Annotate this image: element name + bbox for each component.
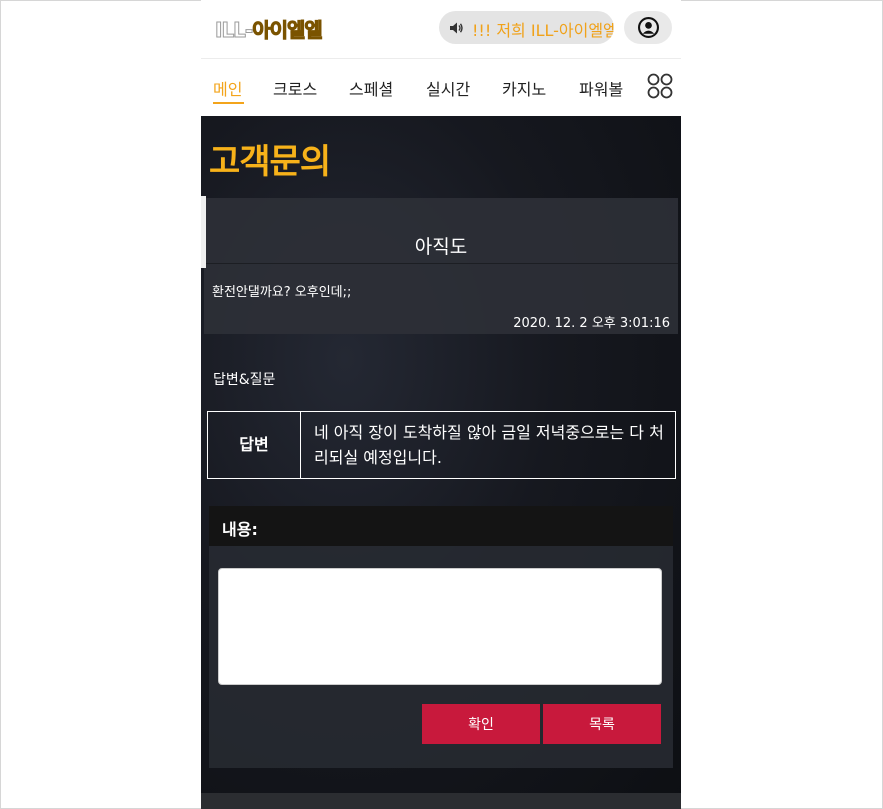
- nav-active-indicator: [213, 102, 244, 104]
- bottom-strip: [201, 793, 681, 809]
- top-header: ILL-아이엘엘 !!! 저희 ILL-아이엘엘: [201, 0, 681, 59]
- logo-text-part2: 아이엘엘: [252, 18, 324, 43]
- user-button[interactable]: [624, 11, 672, 44]
- nav-item-live[interactable]: 실시간: [426, 76, 470, 100]
- nav-item-casino[interactable]: 카지노: [502, 76, 546, 100]
- content-textarea[interactable]: [218, 568, 662, 685]
- site-logo[interactable]: ILL-아이엘엘: [214, 14, 324, 43]
- confirm-button[interactable]: 확인: [422, 704, 540, 744]
- reply-form: 내용: 확인 목록: [209, 506, 673, 768]
- page-title: 고객문의: [209, 142, 331, 182]
- answer-text: 네 아직 장이 도착하질 않아 금일 저녁중으로는 다 처리되실 예정입니다.: [314, 423, 664, 467]
- list-button[interactable]: 목록: [543, 704, 661, 744]
- answer-table: 답변 네 아직 장이 도착하질 않아 금일 저녁중으로는 다 처리되실 예정입니…: [207, 411, 676, 479]
- main-nav: 메인 크로스 스페셜 실시간 카지노 파워볼: [201, 59, 681, 116]
- post-date: 2020. 12. 2 오후 3:01:16: [513, 316, 670, 331]
- nav-item-special[interactable]: 스페셜: [349, 76, 393, 100]
- notice-text: !!! 저희 ILL-아이엘엘: [472, 21, 614, 40]
- inquiry-post: 아직도 환전안댈까요? 오후인데;; 2020. 12. 2 오후 3:01:1…: [204, 198, 678, 334]
- speaker-icon: [450, 22, 463, 34]
- mobile-viewport: ILL-아이엘엘 !!! 저희 ILL-아이엘엘 메인 크로스 스페셜 실시간 …: [201, 0, 681, 809]
- post-divider: [204, 263, 678, 264]
- grid-menu-icon[interactable]: [647, 73, 673, 99]
- post-title: 아직도: [414, 236, 468, 258]
- post-body: 환전안댈까요? 오후인데;;: [212, 285, 352, 300]
- logo-text-part1: ILL-: [214, 18, 253, 43]
- side-edge-marker: [201, 196, 206, 268]
- answer-section-label: 답변&질문: [213, 372, 276, 388]
- nav-item-powerball[interactable]: 파워볼: [579, 76, 623, 100]
- answer-header-cell: 답변: [208, 412, 301, 478]
- notice-ticker[interactable]: !!! 저희 ILL-아이엘엘: [439, 11, 614, 44]
- nav-item-main[interactable]: 메인: [213, 76, 242, 100]
- nav-item-cross[interactable]: 크로스: [273, 76, 317, 100]
- content-area: 고객문의 아직도 환전안댈까요? 오후인데;; 2020. 12. 2 오후 3…: [201, 116, 681, 809]
- user-icon: [638, 17, 659, 38]
- reply-form-header: 내용:: [209, 506, 673, 546]
- content-label: 내용:: [222, 520, 258, 539]
